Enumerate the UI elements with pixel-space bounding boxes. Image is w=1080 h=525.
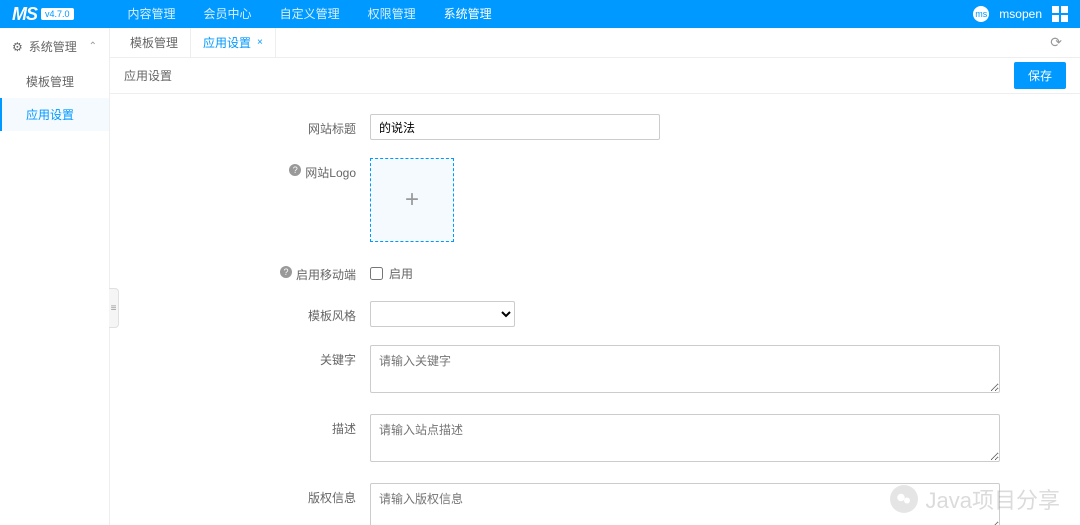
row-copyright: 版权信息 (110, 483, 1040, 525)
checkbox-label: 启用 (389, 265, 413, 282)
sidebar-item-template-mgmt[interactable]: 模板管理 (0, 65, 109, 98)
top-nav: 内容管理 会员中心 自定义管理 权限管理 系统管理 (114, 0, 506, 28)
row-template-style: 模板风格 (110, 301, 1040, 327)
enable-mobile-checkbox-wrap[interactable]: 启用 (370, 260, 413, 282)
main-content: 模板管理 应用设置 × ⟳ 应用设置 保存 网站标题 ? 网站Log (110, 28, 1080, 525)
plus-icon: + (405, 186, 419, 214)
label-enable-mobile: ? 启用移动端 (110, 260, 370, 283)
top-header: MS v4.7.0 内容管理 会员中心 自定义管理 权限管理 系统管理 ms m… (0, 0, 1080, 28)
template-style-select[interactable] (370, 301, 515, 327)
nav-content-mgmt[interactable]: 内容管理 (114, 0, 190, 28)
tab-label: 模板管理 (130, 34, 178, 51)
label-keywords: 关键字 (110, 345, 370, 396)
page-title: 应用设置 (124, 67, 172, 84)
sidebar-item-app-settings[interactable]: 应用设置 (0, 98, 109, 131)
help-icon[interactable]: ? (280, 266, 292, 278)
label-description: 描述 (110, 414, 370, 465)
gear-icon: ⚙ (12, 40, 23, 54)
description-textarea[interactable] (370, 414, 1000, 462)
tabs-bar: 模板管理 应用设置 × ⟳ (110, 28, 1080, 58)
keywords-textarea[interactable] (370, 345, 1000, 393)
tab-label: 应用设置 (203, 34, 251, 51)
tab-app-settings[interactable]: 应用设置 × (191, 28, 276, 57)
version-badge: v4.7.0 (41, 8, 74, 20)
apps-icon[interactable] (1052, 6, 1068, 22)
enable-mobile-checkbox[interactable] (370, 267, 383, 280)
row-enable-mobile: ? 启用移动端 启用 (110, 260, 1040, 283)
sidebar: ⚙ 系统管理 ⌃ 模板管理 应用设置 ≡ (0, 28, 110, 525)
username[interactable]: msopen (999, 7, 1042, 21)
nav-custom-mgmt[interactable]: 自定义管理 (266, 0, 354, 28)
logo-upload-box[interactable]: + (370, 158, 454, 242)
nav-system-mgmt[interactable]: 系统管理 (430, 0, 506, 28)
row-keywords: 关键字 (110, 345, 1040, 396)
site-title-input[interactable] (370, 114, 660, 140)
logo: MS (12, 4, 37, 25)
copyright-textarea[interactable] (370, 483, 1000, 525)
row-description: 描述 (110, 414, 1040, 465)
row-site-logo: ? 网站Logo + (110, 158, 1040, 242)
label-copyright: 版权信息 (110, 483, 370, 525)
tab-template-mgmt[interactable]: 模板管理 (118, 28, 191, 57)
sidebar-collapse-handle[interactable]: ≡ (109, 288, 119, 328)
sidebar-group-system[interactable]: ⚙ 系统管理 ⌃ (0, 28, 109, 65)
nav-permission-mgmt[interactable]: 权限管理 (354, 0, 430, 28)
save-button[interactable]: 保存 (1014, 62, 1066, 89)
refresh-icon[interactable]: ⟳ (1040, 28, 1072, 57)
label-site-logo: ? 网站Logo (110, 158, 370, 242)
header-right: ms msopen (973, 6, 1068, 22)
sidebar-group-label: 系统管理 (29, 38, 77, 55)
page-header: 应用设置 保存 (110, 58, 1080, 94)
label-template-style: 模板风格 (110, 301, 370, 327)
row-site-title: 网站标题 (110, 114, 1040, 140)
help-icon[interactable]: ? (289, 164, 301, 176)
label-site-title: 网站标题 (110, 114, 370, 140)
chevron-up-icon: ⌃ (89, 41, 97, 52)
nav-member-center[interactable]: 会员中心 (190, 0, 266, 28)
close-icon[interactable]: × (257, 37, 263, 48)
form-area: 网站标题 ? 网站Logo + ? 启用移动 (110, 94, 1080, 525)
avatar[interactable]: ms (973, 6, 989, 22)
